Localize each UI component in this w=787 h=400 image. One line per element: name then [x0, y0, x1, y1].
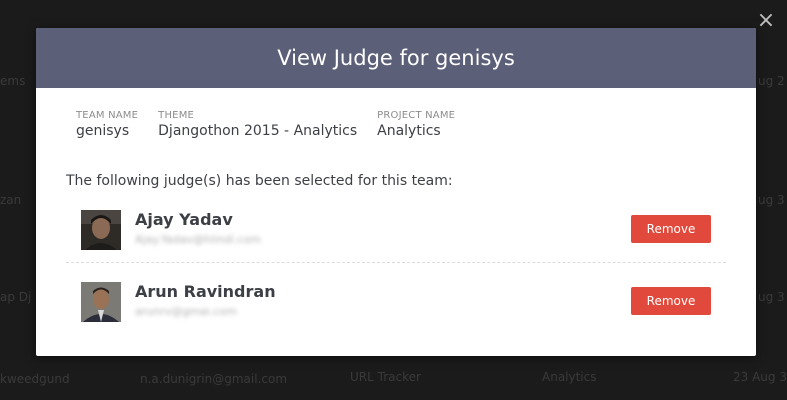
avatar [81, 282, 121, 322]
theme-value: Djangothon 2015 - Analytics [158, 123, 358, 139]
judge-name: Ajay Yadav [135, 210, 233, 229]
judge-row: Ajay Yadav Ajay.Yadav@hiindi.com Remove [66, 200, 726, 263]
background-text: kweedgund [0, 372, 70, 386]
background-text: 23 Aug 3 [733, 370, 787, 384]
remove-judge-button[interactable]: Remove [631, 215, 711, 243]
background-text: zan [0, 193, 22, 207]
view-judge-modal: View Judge for genisys TEAM NAME genisys… [36, 28, 756, 356]
project-name-label: PROJECT NAME [377, 110, 456, 121]
team-name-label: TEAM NAME [76, 110, 139, 121]
avatar-photo-icon [81, 210, 121, 250]
background-text: ug 2 [758, 74, 785, 88]
background-text: ug 3 [758, 290, 785, 304]
avatar-photo-icon [81, 282, 121, 322]
modal-title: View Judge for genisys [36, 28, 756, 88]
background-text: ems [0, 74, 26, 88]
background-text: URL Tracker [350, 370, 421, 384]
background-text: n.a.dunigrin@gmail.com [140, 372, 288, 386]
theme-label: THEME [158, 110, 195, 121]
team-name-field: TEAM NAME genisys [76, 110, 138, 139]
background-text: ap Dj [0, 290, 32, 304]
remove-judge-button[interactable]: Remove [631, 287, 711, 315]
close-icon[interactable]: × [755, 8, 777, 34]
background-text: ug 3 [758, 193, 785, 207]
avatar [81, 210, 121, 250]
judges-intro-text: The following judge(s) has been selected… [66, 173, 453, 189]
judge-email: Ajay.Yadav@hiindi.com [135, 233, 262, 246]
team-name-value: genisys [76, 123, 130, 139]
judge-email: arunrv@gmai.com [135, 305, 237, 318]
background-text: Analytics [542, 370, 597, 384]
project-name-value: Analytics [377, 123, 441, 139]
judge-row: Arun Ravindran arunrv@gmai.com Remove [66, 272, 726, 334]
judge-name: Arun Ravindran [135, 282, 276, 301]
theme-field: THEME Djangothon 2015 - Analytics [158, 110, 357, 139]
project-name-field: PROJECT NAME Analytics [377, 110, 455, 139]
team-details: TEAM NAME genisys THEME Djangothon 2015 … [76, 110, 475, 139]
